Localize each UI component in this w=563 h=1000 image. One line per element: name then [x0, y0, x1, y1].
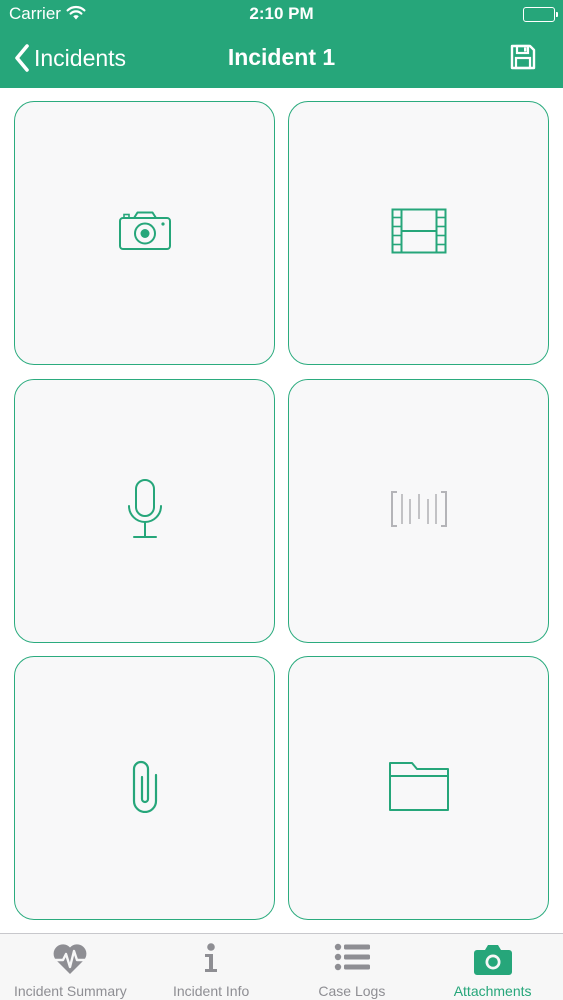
folder-icon: [388, 760, 450, 817]
tab-bar: Incident Summary Incident Info Case Logs…: [0, 933, 563, 1000]
tab-incident-summary[interactable]: Incident Summary: [0, 934, 141, 1000]
status-bar: Carrier 2:10 PM: [0, 0, 563, 30]
back-button-label: Incidents: [34, 44, 127, 71]
status-time: 2:10 PM: [249, 4, 314, 23]
record-audio-tile[interactable]: [14, 379, 275, 643]
heart-pulse-icon: [51, 943, 90, 975]
info-icon: [203, 943, 219, 975]
list-icon: [334, 943, 370, 975]
camera-icon: [118, 211, 172, 256]
tab-label: Incident Info: [172, 983, 250, 999]
scan-barcode-tile[interactable]: [288, 379, 549, 643]
navigation-bar: Incidents Incident 1: [0, 30, 563, 88]
chevron-left-icon: [14, 44, 30, 72]
tab-case-logs[interactable]: Case Logs: [282, 934, 423, 1000]
browse-folder-tile[interactable]: [288, 656, 549, 920]
floppy-disk-icon: [509, 44, 537, 75]
attachment-grid: [0, 88, 563, 933]
record-video-tile[interactable]: [288, 101, 549, 365]
microphone-icon: [126, 478, 164, 545]
barcode-scanner-icon: [390, 490, 448, 533]
tab-incident-info[interactable]: Incident Info: [141, 934, 282, 1000]
paperclip-icon: [132, 759, 158, 818]
attach-file-tile[interactable]: [14, 656, 275, 920]
back-button[interactable]: Incidents: [14, 42, 126, 74]
tab-label: Case Logs: [318, 983, 386, 999]
film-strip-icon: [391, 208, 447, 259]
tab-label: Incident Summary: [13, 983, 127, 999]
tab-label: Attachments: [453, 983, 532, 999]
battery-icon: [523, 7, 558, 22]
tab-attachments[interactable]: Attachments: [422, 934, 563, 1000]
save-button[interactable]: [509, 43, 537, 76]
camera-icon: [473, 943, 512, 975]
take-photo-tile[interactable]: [14, 101, 275, 365]
